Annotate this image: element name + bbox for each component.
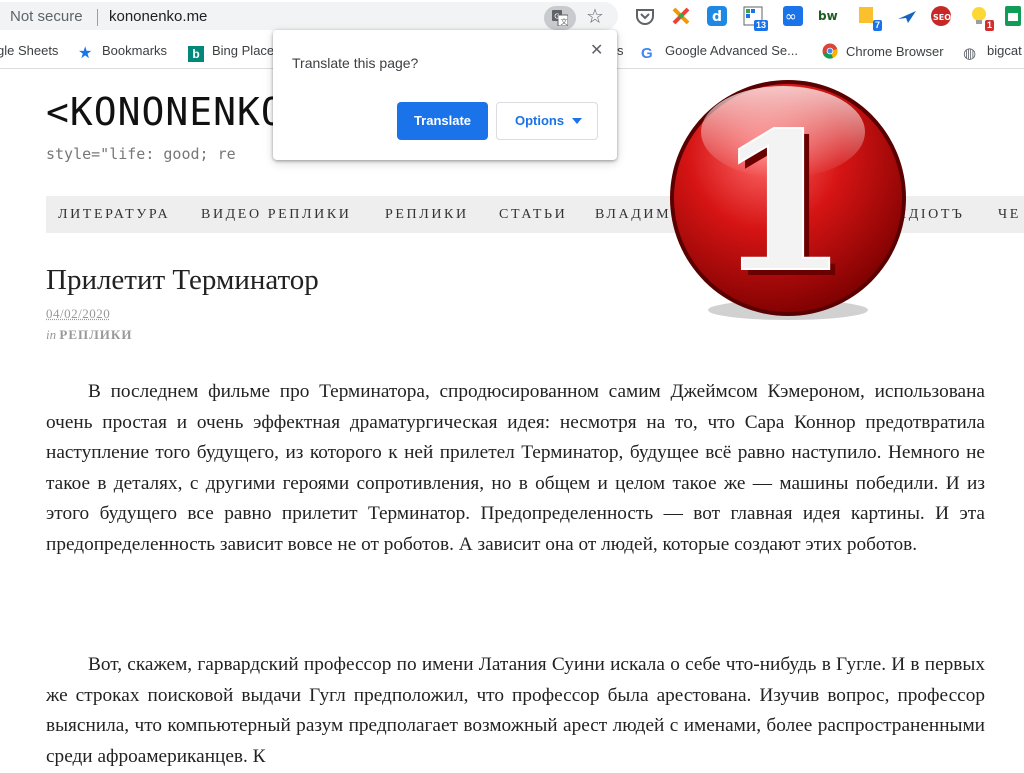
lightbulb-icon[interactable]: 1 xyxy=(968,5,994,31)
bw-icon[interactable]: bw xyxy=(818,5,840,27)
extension-badge: 7 xyxy=(872,20,882,31)
nav-item-articles[interactable]: СТАТЬИ xyxy=(499,207,567,223)
svg-text:bw: bw xyxy=(818,9,838,23)
bookmark-label: Google Advanced Se... xyxy=(665,43,798,58)
translate-icon[interactable]: G 文 xyxy=(544,6,576,30)
bookmark-bigcat[interactable]: ◍ bigcat xyxy=(963,43,1022,61)
nav-item-replies[interactable]: РЕПЛИКИ xyxy=(385,207,469,223)
number-badge: 1 1 xyxy=(670,80,906,320)
bookmark-label: bigcat xyxy=(987,43,1022,58)
svg-text:文: 文 xyxy=(561,17,568,26)
extension-badge: 1 xyxy=(984,20,994,31)
bookmark-partial[interactable]: s xyxy=(617,43,624,58)
security-indicator[interactable]: Not secure xyxy=(10,8,83,25)
nav-item-video-replies[interactable]: ВИДЕО РЕПЛИКИ xyxy=(201,207,351,223)
notes-icon[interactable]: 7 xyxy=(856,5,882,31)
google-icon: G xyxy=(641,45,653,62)
site-logo[interactable]: <KONONENKO xyxy=(46,90,285,134)
bookmark-google-sheets[interactable]: gle Sheets xyxy=(0,43,58,58)
translate-button[interactable]: Translate xyxy=(397,102,488,140)
x-extension-icon[interactable] xyxy=(670,5,692,27)
omnibox-divider xyxy=(97,9,98,26)
bookmark-label: gle Sheets xyxy=(0,43,59,58)
bing-icon: b xyxy=(188,46,204,62)
nav-item-literature[interactable]: ЛИТЕРАТУРА xyxy=(58,207,170,223)
options-button[interactable]: Options xyxy=(496,102,598,140)
options-label: Options xyxy=(515,113,565,128)
dictionary-icon[interactable]: d xyxy=(706,5,728,27)
bookmark-google-advanced-search[interactable]: G Google Advanced Se... xyxy=(641,43,798,62)
bookmark-label: Chrome Browser xyxy=(846,44,944,59)
site-tagline: style="life: good; re xyxy=(46,145,236,163)
post-paragraph: В последнем фильме про Терминатора, спро… xyxy=(46,381,985,555)
svg-text:∞: ∞ xyxy=(785,9,797,25)
svg-text:SEO: SEO xyxy=(933,13,951,22)
translate-popup: Translate this page? ✕ Translate Options xyxy=(273,30,617,160)
omnibox[interactable]: Not secure kononenko.me G 文 ☆ xyxy=(0,2,618,30)
star-icon: ★ xyxy=(78,43,93,62)
svg-text:d: d xyxy=(712,9,722,25)
badge-number: 1 xyxy=(716,91,848,314)
post-date[interactable]: 04/02/2020 xyxy=(46,306,110,322)
sheets-extension-icon[interactable] xyxy=(1002,5,1024,27)
airplane-icon[interactable] xyxy=(896,5,918,27)
pocket-icon[interactable] xyxy=(634,5,656,27)
url-text[interactable]: kononenko.me xyxy=(109,8,207,25)
bookmark-chrome-browser[interactable]: Chrome Browser xyxy=(822,43,944,59)
bookmark-label: Bing Place xyxy=(212,43,275,58)
extension-badge: 13 xyxy=(753,20,768,31)
bookmark-label: s xyxy=(617,43,624,58)
caret-down-icon xyxy=(572,118,582,124)
nav-item-vladim[interactable]: ВЛАДИМ xyxy=(595,207,671,223)
chrome-icon xyxy=(822,43,838,59)
seo-icon[interactable]: SEO xyxy=(930,5,952,27)
post-category: in РЕПЛИКИ xyxy=(46,327,132,343)
category-link[interactable]: РЕПЛИКИ xyxy=(59,327,132,342)
calendar-extension-icon[interactable]: 13 xyxy=(742,5,768,31)
globe-icon: ◍ xyxy=(963,44,977,62)
post-paragraph: Вот, скажем, гарвардский профессор по им… xyxy=(46,654,985,767)
popup-title: Translate this page? xyxy=(292,55,419,71)
svg-text:G: G xyxy=(554,13,559,21)
bookmark-bing-places[interactable]: b Bing Place xyxy=(188,43,274,62)
bookmark-label: Bookmarks xyxy=(102,43,168,58)
infinity-icon[interactable]: ∞ xyxy=(782,5,804,27)
category-prefix: in xyxy=(46,327,57,342)
bookmark-star-icon[interactable]: ☆ xyxy=(586,4,604,28)
nav-item-partial[interactable]: ЧЕ xyxy=(998,207,1021,223)
post-title[interactable]: Прилетит Терминатор xyxy=(46,264,319,297)
close-icon[interactable]: ✕ xyxy=(590,40,603,59)
bookmark-bookmarks[interactable]: ★ Bookmarks xyxy=(78,43,167,61)
